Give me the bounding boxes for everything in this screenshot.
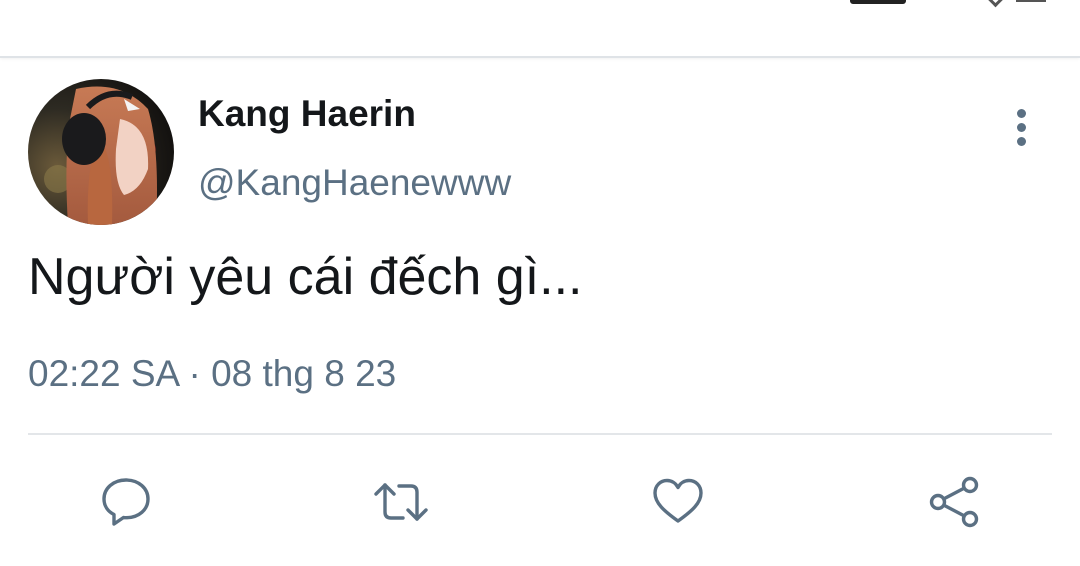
top-bar-icon-fragment[interactable] — [987, 0, 1004, 8]
share-button[interactable] — [924, 474, 984, 530]
tweet-timestamp: 02:22 SA · 08 thg 8 23 — [28, 353, 396, 395]
avatar-image — [28, 79, 174, 225]
more-options-dot — [1016, 108, 1026, 118]
tweet-date: 08 thg 8 23 — [211, 353, 397, 394]
retweet-button[interactable] — [371, 474, 431, 530]
more-options-icon[interactable] — [1000, 104, 1042, 150]
top-app-bar — [0, 0, 1080, 58]
author-name[interactable]: Kang Haerin — [198, 93, 416, 135]
reply-icon — [102, 478, 150, 526]
reply-button[interactable] — [96, 474, 156, 530]
like-button[interactable] — [648, 474, 708, 530]
share-icon — [929, 476, 979, 528]
tweet-text: Người yêu cái đếch gì... — [28, 248, 583, 306]
menu-icon-fragment[interactable] — [1016, 0, 1046, 2]
meta-separator: · — [188, 353, 201, 394]
more-options-dot — [1016, 136, 1026, 146]
top-bar-button-fragment[interactable] — [850, 0, 906, 4]
tweet-time: 02:22 SA — [28, 353, 179, 394]
retweet-icon — [374, 483, 428, 521]
author-handle[interactable]: @KangHaenewww — [198, 162, 511, 204]
more-options-dot — [1016, 122, 1026, 132]
avatar[interactable] — [28, 79, 174, 225]
like-icon — [653, 478, 703, 523]
divider — [28, 433, 1052, 435]
